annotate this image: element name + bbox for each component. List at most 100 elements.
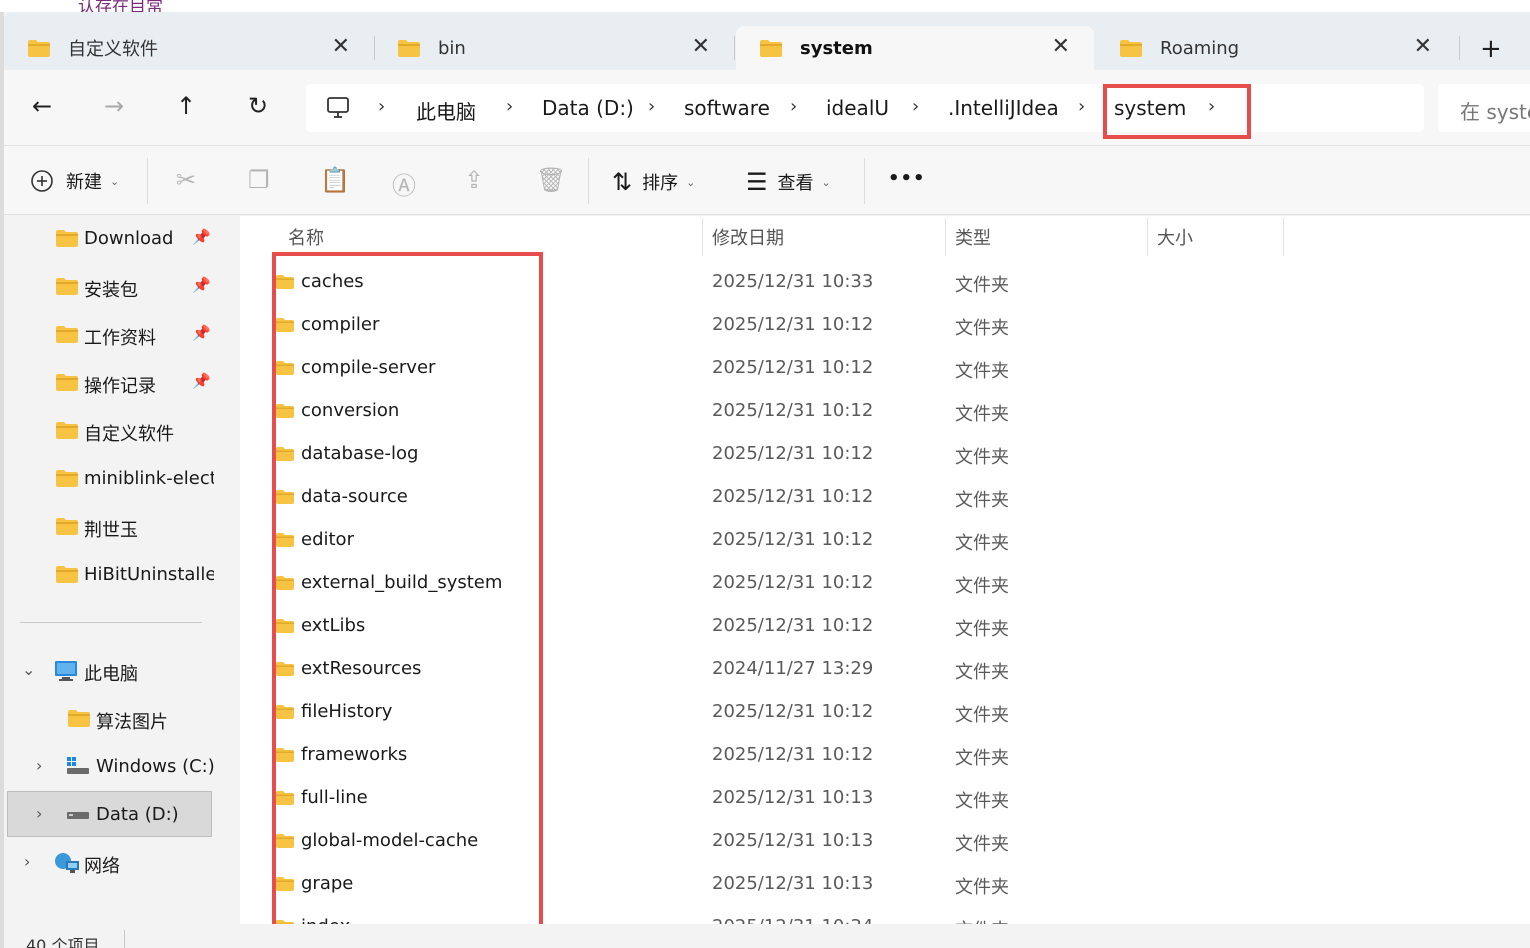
sidebar-item-windows-c[interactable]: › Windows (C:): [4, 744, 214, 790]
folder-icon: [28, 39, 50, 57]
rename-icon[interactable]: Ⓐ: [392, 166, 416, 201]
navigation-pane: Download 📌 安装包 📌 工作资料 📌 操作记录 📌 自定义软件 min…: [4, 216, 214, 924]
command-bar: 新建 ⌄ ✂ ❐ 📋 Ⓐ ⇪ 🗑 ⇅ 排序 ⌄ ☰ 查看 ⌄ •••: [4, 145, 1530, 215]
tab-roaming[interactable]: Roaming ✕: [1096, 26, 1456, 70]
breadcrumb-this-pc[interactable]: 此电脑: [416, 96, 476, 125]
tab-separator: [1459, 36, 1460, 60]
address-bar[interactable]: › 此电脑 › Data (D:) › software › idealU › …: [306, 84, 1424, 132]
breadcrumb-ideau[interactable]: idealU: [826, 96, 889, 120]
sidebar-item-algorithm-images[interactable]: 算法图片: [4, 696, 214, 742]
tab-system[interactable]: system ✕: [736, 26, 1094, 70]
new-tab-button[interactable]: +: [1480, 34, 1502, 64]
sidebar-item-label: 荆世玉: [84, 520, 138, 541]
column-separator[interactable]: [702, 218, 703, 256]
sidebar-item-data-d[interactable]: › Data (D:): [7, 791, 212, 837]
file-modified-date: 2025/12/31 10:12: [712, 443, 874, 464]
sidebar-item-network[interactable]: › 网络: [4, 840, 214, 886]
chevron-down-icon[interactable]: ⌄: [22, 660, 35, 679]
folder-icon: [56, 374, 78, 391]
column-header-type[interactable]: 类型: [955, 224, 991, 250]
search-input[interactable]: 在 system 中搜索: [1438, 84, 1530, 132]
breadcrumb-data-d[interactable]: Data (D:): [542, 96, 634, 120]
column-header-date[interactable]: 修改日期: [712, 224, 784, 250]
sort-button[interactable]: ⇅ 排序 ⌄: [612, 168, 695, 196]
folder-icon: [56, 422, 78, 439]
close-icon[interactable]: ✕: [332, 34, 350, 59]
chevron-right-icon[interactable]: ›: [36, 756, 42, 775]
chevron-right-icon[interactable]: ›: [1078, 96, 1085, 117]
copy-icon[interactable]: ❐: [248, 166, 270, 194]
toolbar-divider: [588, 158, 589, 204]
folder-icon: [56, 566, 78, 583]
chevron-down-icon: ⌄: [686, 175, 696, 189]
pin-icon: 📌: [192, 324, 211, 342]
file-type: 文件夹: [955, 576, 1009, 597]
chevron-down-icon: ⌄: [110, 174, 120, 188]
back-button[interactable]: ←: [32, 92, 52, 120]
file-modified-date: 2025/12/31 10:12: [712, 357, 874, 378]
view-button[interactable]: ☰ 查看 ⌄: [746, 168, 831, 196]
column-header-name[interactable]: 名称: [288, 224, 324, 250]
up-button[interactable]: ↑: [176, 92, 196, 120]
item-count: 40 个项目: [26, 936, 100, 948]
monitor-icon[interactable]: [326, 97, 350, 119]
file-modified-date: 2025/12/31 10:12: [712, 486, 874, 507]
folder-icon: [56, 518, 78, 535]
file-modified-date: 2025/12/31 10:12: [712, 615, 874, 636]
sidebar-item-label: Data (D:): [96, 804, 179, 825]
close-icon[interactable]: ✕: [692, 34, 710, 59]
chevron-right-icon[interactable]: ›: [36, 804, 42, 823]
cut-icon[interactable]: ✂: [176, 166, 196, 194]
folder-icon: [398, 39, 420, 57]
tab-label: system: [800, 37, 873, 59]
column-header-size[interactable]: 大小: [1157, 224, 1193, 250]
folder-icon: [56, 230, 78, 247]
delete-icon[interactable]: 🗑: [536, 166, 566, 194]
column-separator[interactable]: [945, 218, 946, 256]
sidebar-item-work-docs[interactable]: 工作资料 📌: [4, 312, 214, 358]
sidebar-divider: [20, 622, 202, 623]
drive-c-icon: [67, 757, 89, 774]
close-icon[interactable]: ✕: [1052, 34, 1070, 59]
sidebar-item-custom-software[interactable]: 自定义软件: [4, 408, 214, 454]
file-modified-date: 2025/12/31 10:12: [712, 314, 874, 335]
column-separator[interactable]: [1283, 218, 1284, 256]
chevron-right-icon[interactable]: ›: [912, 96, 919, 117]
share-icon[interactable]: ⇪: [464, 166, 484, 194]
sidebar-item-hibituninstaller[interactable]: HiBitUninstalle: [4, 552, 214, 598]
tab-custom-software[interactable]: 自定义软件 ✕: [4, 26, 375, 70]
chevron-right-icon[interactable]: ›: [378, 96, 385, 117]
more-options-button[interactable]: •••: [888, 168, 926, 189]
breadcrumb-intellijidea[interactable]: .IntelliJIdea: [948, 96, 1059, 120]
sidebar-item-label: 工作资料: [84, 328, 156, 349]
refresh-button[interactable]: ↻: [248, 92, 268, 120]
folder-icon: [56, 326, 78, 343]
sidebar-item-operation-log[interactable]: 操作记录 📌: [4, 360, 214, 406]
computer-icon: [55, 661, 77, 681]
close-icon[interactable]: ✕: [1414, 34, 1432, 59]
sidebar-item-download[interactable]: Download 📌: [4, 216, 214, 262]
sidebar-item-this-pc[interactable]: ⌄ 此电脑: [4, 648, 214, 694]
chevron-right-icon[interactable]: ›: [648, 96, 655, 117]
file-modified-date: 2025/12/31 10:13: [712, 873, 874, 894]
tab-bin[interactable]: bin ✕: [374, 26, 735, 70]
chevron-right-icon[interactable]: ›: [24, 852, 30, 871]
new-button[interactable]: 新建 ⌄: [30, 168, 119, 194]
file-type: 文件夹: [955, 619, 1009, 640]
file-modified-date: 2025/12/31 10:12: [712, 744, 874, 765]
plus-circle-icon: [31, 170, 53, 192]
breadcrumb-software[interactable]: software: [684, 96, 770, 120]
paste-icon[interactable]: 📋: [320, 166, 350, 194]
file-type: 文件夹: [955, 490, 1009, 511]
search-placeholder: 在 system 中搜索: [1460, 100, 1530, 124]
chevron-right-icon[interactable]: ›: [790, 96, 797, 117]
sort-label: 排序: [642, 173, 679, 194]
sidebar-item-jingshiyu[interactable]: 荆世玉: [4, 504, 214, 550]
file-type: 文件夹: [955, 447, 1009, 468]
sidebar-item-installers[interactable]: 安装包 📌: [4, 264, 214, 310]
forward-button[interactable]: →: [104, 92, 124, 120]
column-separator[interactable]: [1147, 218, 1148, 256]
new-label: 新建: [66, 172, 102, 193]
sidebar-item-miniblink[interactable]: miniblink-elect: [4, 456, 214, 502]
chevron-right-icon[interactable]: ›: [506, 96, 513, 117]
